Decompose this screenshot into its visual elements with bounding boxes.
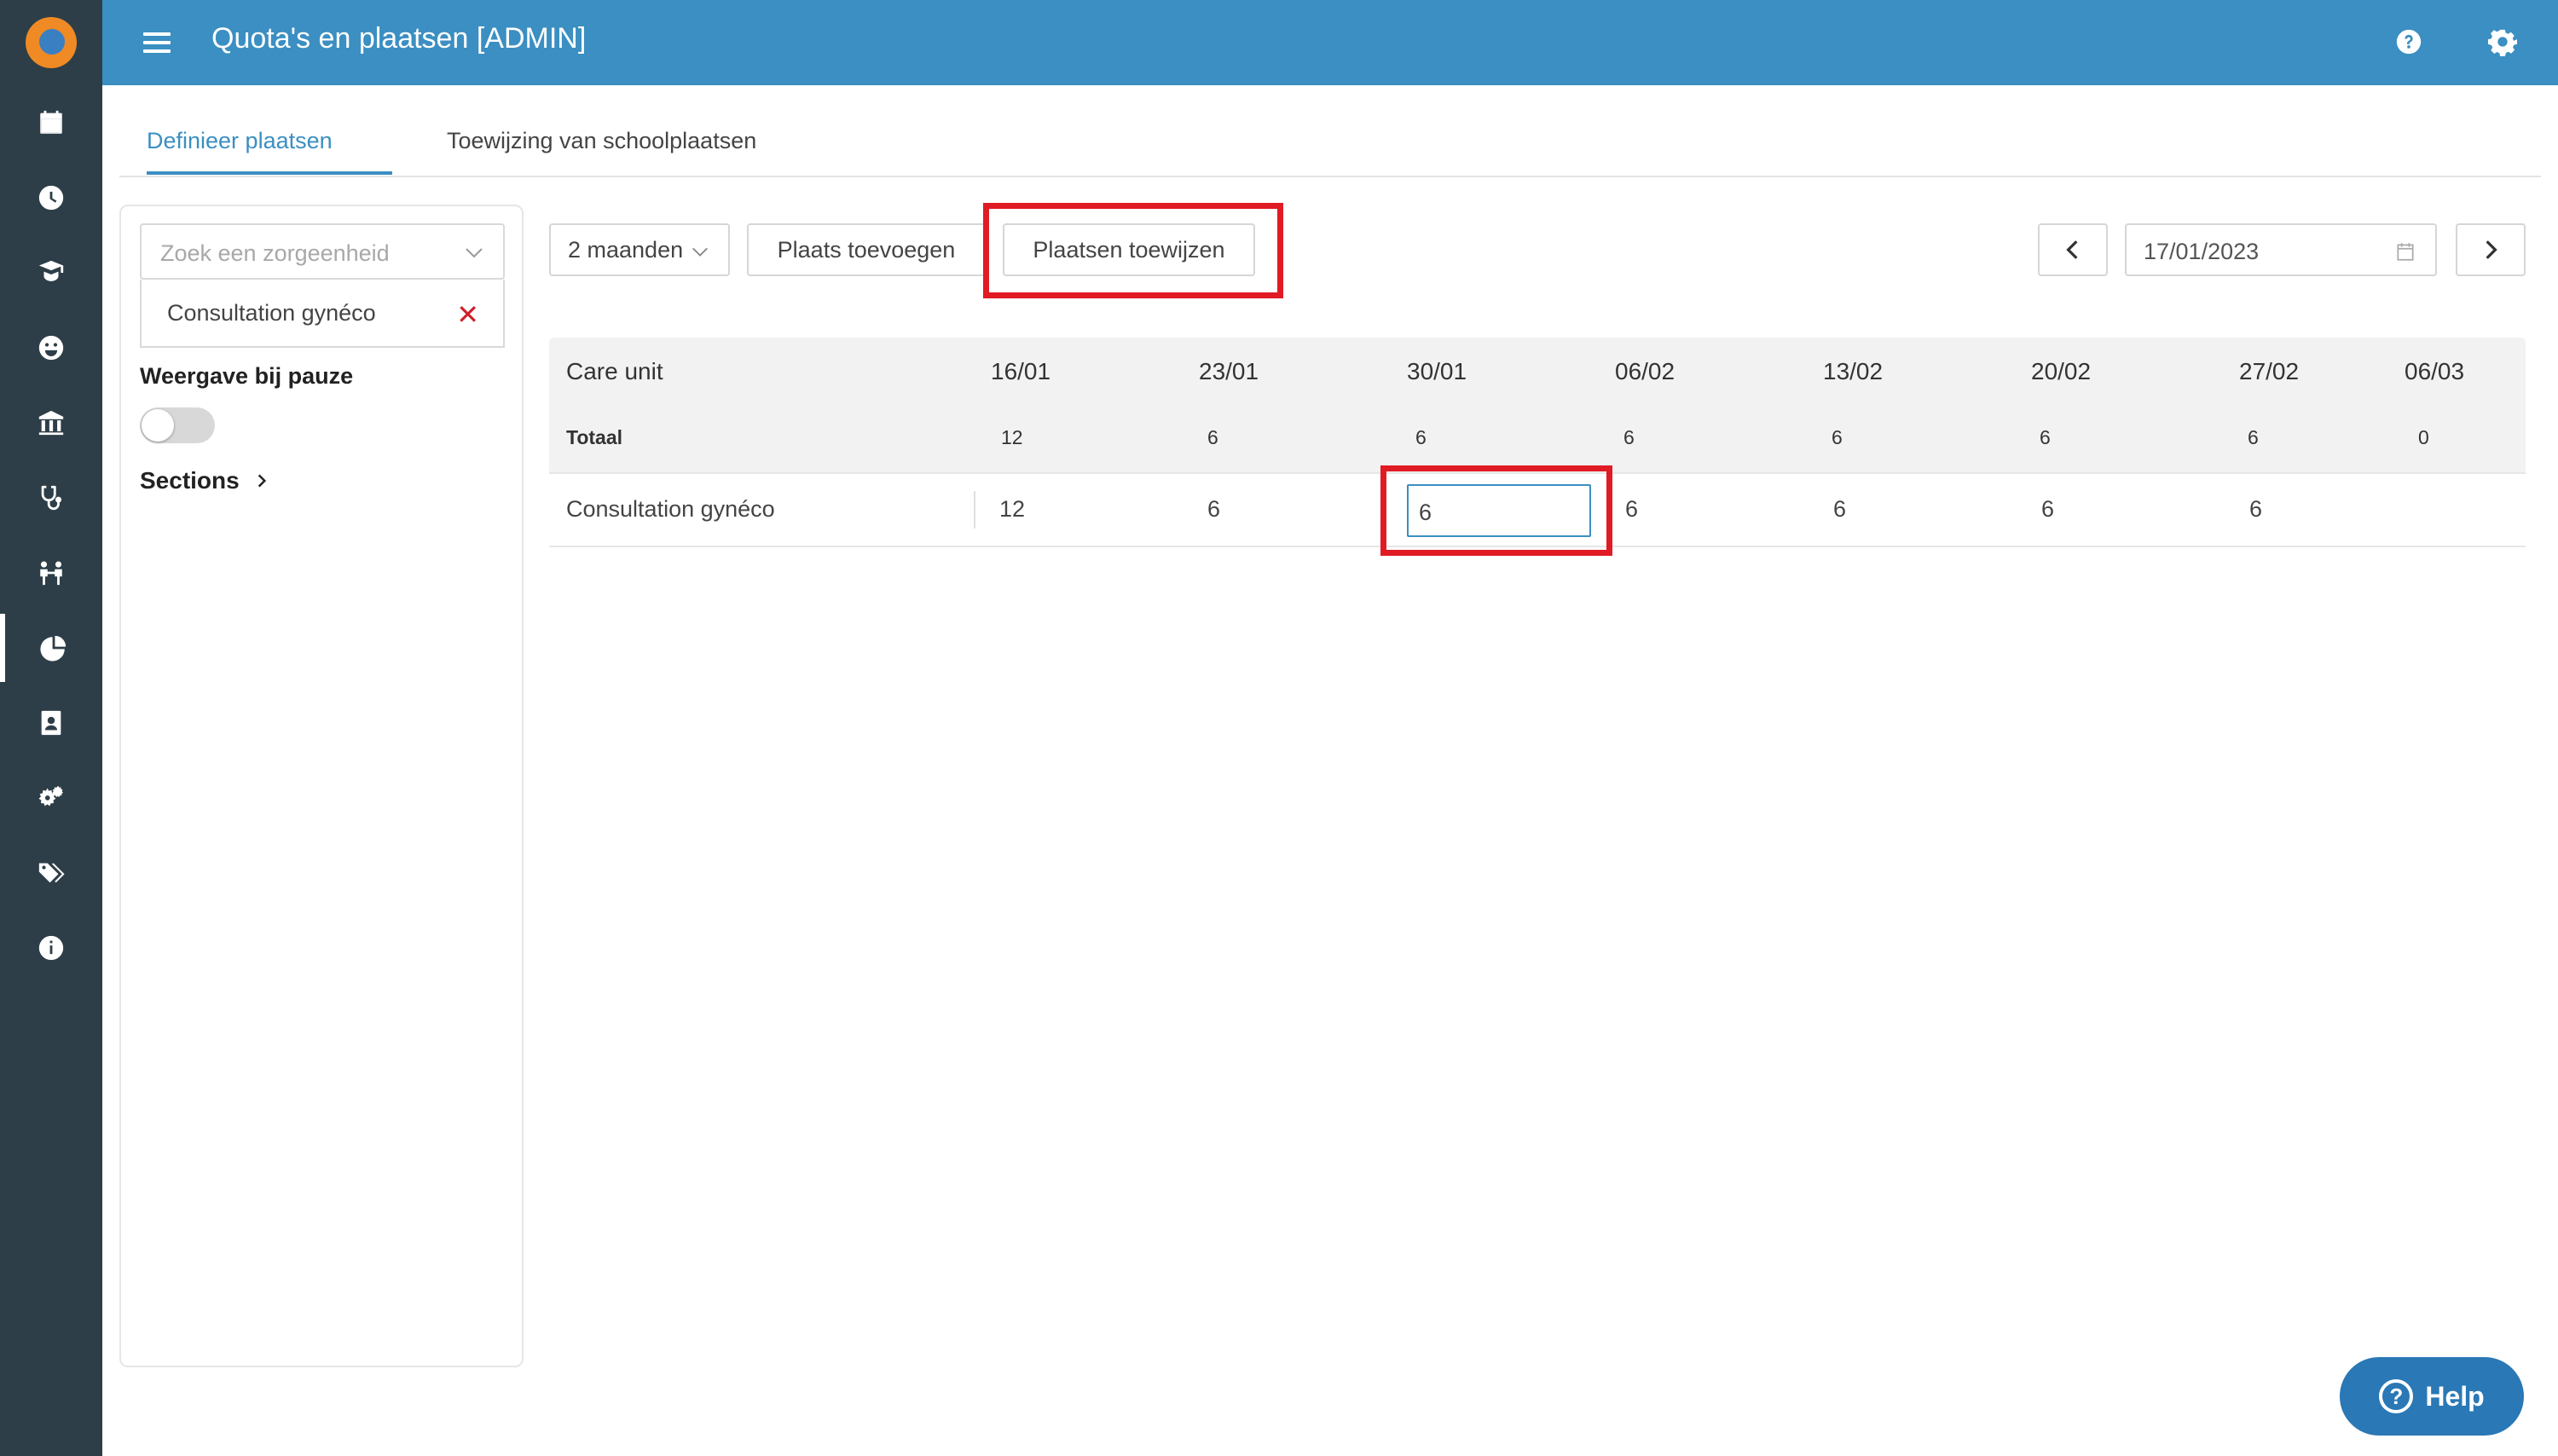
quota-cell[interactable]: 6	[1207, 496, 1220, 523]
chevron-down-icon	[692, 247, 708, 257]
quota-cell[interactable]: 6	[1625, 496, 1638, 523]
page-title: Quota's en plaatsen [ADMIN]	[211, 22, 587, 55]
tab-definieer-plaatsen[interactable]: Definieer plaatsen	[147, 128, 392, 175]
total-value: 6	[1415, 426, 1427, 448]
column-divider	[974, 491, 975, 529]
settings-gear-icon[interactable]	[2488, 27, 2517, 56]
app-logo[interactable]	[0, 0, 102, 85]
stethoscope-icon[interactable]	[0, 464, 102, 532]
add-place-button[interactable]: Plaats toevoegen	[747, 223, 986, 276]
highlight-box-assign	[983, 203, 1283, 298]
total-row-label: Totaal	[566, 426, 623, 448]
calendar-icon	[2397, 243, 2414, 261]
calendar-icon[interactable]	[0, 89, 102, 157]
week-header: 13/02	[1823, 358, 1884, 384]
selected-unit-chip: Consultation gynéco ✕	[140, 280, 505, 348]
sections-label: Sections	[140, 467, 240, 494]
remove-unit-icon[interactable]: ✕	[456, 298, 479, 331]
tags-icon[interactable]	[0, 839, 102, 907]
start-date-value: 17/01/2023	[2144, 239, 2260, 264]
menu-icon[interactable]	[143, 27, 171, 58]
quota-cell[interactable]: 6	[2041, 496, 2054, 523]
chevron-right-icon	[258, 474, 266, 488]
sidebar	[0, 0, 102, 1456]
pause-toggle-label: Weergave bij pauze	[140, 363, 354, 389]
contact-card-icon[interactable]	[0, 689, 102, 757]
info-icon[interactable]	[0, 914, 102, 982]
highlight-box-cell	[1380, 465, 1612, 556]
top-header: Quota's en plaatsen [ADMIN]	[102, 0, 2558, 85]
week-header: 16/01	[991, 358, 1051, 384]
total-value: 6	[1623, 426, 1635, 448]
quota-cell[interactable]: 12	[999, 496, 1025, 523]
chevron-right-icon	[2486, 240, 2497, 259]
next-period-button[interactable]	[2456, 223, 2526, 276]
quota-table-header: Care unit 16/01 23/01 30/01 06/02 13/02 …	[549, 338, 2526, 474]
clock-icon[interactable]	[0, 164, 102, 232]
week-header: 20/02	[2031, 358, 2092, 384]
total-value: 6	[1832, 426, 1843, 448]
total-value: 6	[2248, 426, 2259, 448]
help-label: Help	[2425, 1380, 2485, 1412]
graduate-icon[interactable]	[0, 239, 102, 307]
chevron-left-icon	[2066, 240, 2078, 259]
start-date-input[interactable]: 17/01/2023	[2125, 223, 2437, 276]
chevron-down-icon	[466, 248, 483, 258]
quota-cell[interactable]: 6	[1833, 496, 1846, 523]
filter-panel: Zoek een zorgeenheid Consultation gynéco…	[119, 205, 524, 1367]
row-care-unit-name: Consultation gynéco	[566, 496, 775, 522]
period-value: 2 maanden	[568, 236, 684, 263]
care-unit-search-select[interactable]: Zoek een zorgeenheid	[140, 223, 505, 280]
selected-unit-label: Consultation gynéco	[167, 300, 376, 326]
total-value: 6	[2040, 426, 2051, 448]
institution-icon[interactable]	[0, 389, 102, 457]
care-unit-header: Care unit	[566, 358, 663, 384]
period-select[interactable]: 2 maanden	[549, 223, 730, 276]
question-icon: ?	[2379, 1379, 2414, 1413]
tab-toewijzing-schoolplaatsen[interactable]: Toewijzing van schoolplaatsen	[447, 128, 756, 171]
tab-bar: Definieer plaatsen Toewijzing van school…	[119, 119, 2541, 177]
week-header: 23/01	[1199, 358, 1259, 384]
people-icon[interactable]	[0, 539, 102, 607]
previous-period-button[interactable]	[2038, 223, 2108, 276]
total-value: 12	[1001, 426, 1023, 448]
pie-chart-icon[interactable]	[0, 614, 102, 682]
smiley-icon[interactable]	[0, 314, 102, 382]
gears-icon[interactable]	[0, 764, 102, 832]
pause-toggle[interactable]	[140, 407, 215, 443]
quota-cell[interactable]: 6	[2249, 496, 2262, 523]
sections-expander[interactable]: Sections	[140, 467, 270, 494]
total-value: 6	[1207, 426, 1218, 448]
help-button[interactable]: ? Help	[2340, 1357, 2524, 1436]
week-header: 27/02	[2239, 358, 2300, 384]
week-header: 30/01	[1407, 358, 1467, 384]
search-placeholder: Zoek een zorgeenheid	[160, 240, 390, 266]
help-circle-icon[interactable]	[2394, 27, 2423, 56]
week-header: 06/03	[2405, 358, 2465, 384]
week-header: 06/02	[1615, 358, 1675, 384]
total-value: 0	[2418, 426, 2429, 448]
